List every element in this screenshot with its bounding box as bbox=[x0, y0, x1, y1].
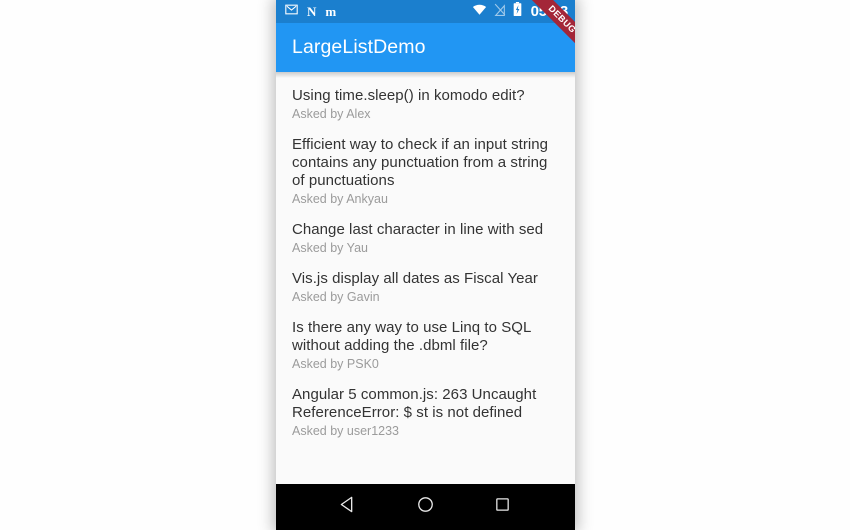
android-navigation-bar bbox=[276, 484, 575, 530]
list-item-subtitle: Asked by Gavin bbox=[292, 290, 380, 304]
list-item-subtitle: Asked by Ankyau bbox=[292, 192, 388, 206]
back-button[interactable] bbox=[329, 487, 369, 527]
notification-m-icon: m bbox=[325, 4, 337, 19]
status-bar-clock: 05:23 bbox=[530, 3, 569, 20]
screenshot-canvas: N m 05:23 LargeListDemo DEBUG Using time… bbox=[0, 0, 850, 530]
no-sim-icon bbox=[494, 3, 506, 21]
question-list[interactable]: Using time.sleep() in komodo edit? Asked… bbox=[276, 72, 575, 484]
list-item[interactable]: Using time.sleep() in komodo edit? Asked… bbox=[276, 80, 575, 129]
back-icon bbox=[339, 495, 358, 519]
app-bar-shadow bbox=[276, 72, 575, 78]
app-bar: LargeListDemo bbox=[276, 23, 575, 72]
list-item[interactable]: Change last character in line with sed A… bbox=[276, 214, 575, 263]
list-item[interactable]: Efficient way to check if an input strin… bbox=[276, 129, 575, 214]
status-bar-notifications: N m bbox=[285, 3, 336, 21]
list-item-title: Change last character in line with sed bbox=[292, 221, 544, 238]
battery-charging-icon bbox=[513, 2, 522, 21]
recents-button[interactable] bbox=[483, 487, 523, 527]
list-item-subtitle: Asked by user1233 bbox=[292, 424, 400, 438]
list-item-subtitle: Asked by Alex bbox=[292, 107, 371, 121]
list-item[interactable]: Vis.js display all dates as Fiscal Year … bbox=[276, 263, 575, 312]
list-item-title: Using time.sleep() in komodo edit? bbox=[292, 87, 525, 104]
list-item-title: Is there any way to use Linq to SQL with… bbox=[292, 319, 531, 354]
list-item[interactable]: Angular 5 common.js: 263 Uncaught Refere… bbox=[276, 379, 575, 446]
home-icon bbox=[416, 495, 435, 519]
list-item-title: Vis.js display all dates as Fiscal Year bbox=[292, 270, 538, 287]
list-item-subtitle: Asked by PSK0 bbox=[292, 357, 379, 371]
android-phone-frame: N m 05:23 LargeListDemo DEBUG Using time… bbox=[276, 0, 575, 530]
wifi-icon bbox=[472, 3, 487, 21]
notification-n-icon: N bbox=[307, 4, 317, 19]
recents-icon bbox=[494, 496, 511, 518]
list-item-title: Efficient way to check if an input strin… bbox=[292, 136, 549, 189]
list-item[interactable]: Is there any way to use Linq to SQL with… bbox=[276, 312, 575, 379]
status-bar-system-icons: 05:23 bbox=[472, 2, 568, 21]
home-button[interactable] bbox=[406, 487, 446, 527]
gmail-icon bbox=[285, 3, 298, 21]
list-item-title: Angular 5 common.js: 263 Uncaught Refere… bbox=[292, 386, 537, 421]
app-title: LargeListDemo bbox=[292, 36, 426, 58]
status-bar: N m 05:23 bbox=[276, 0, 575, 23]
list-item-subtitle: Asked by Yau bbox=[292, 241, 368, 255]
